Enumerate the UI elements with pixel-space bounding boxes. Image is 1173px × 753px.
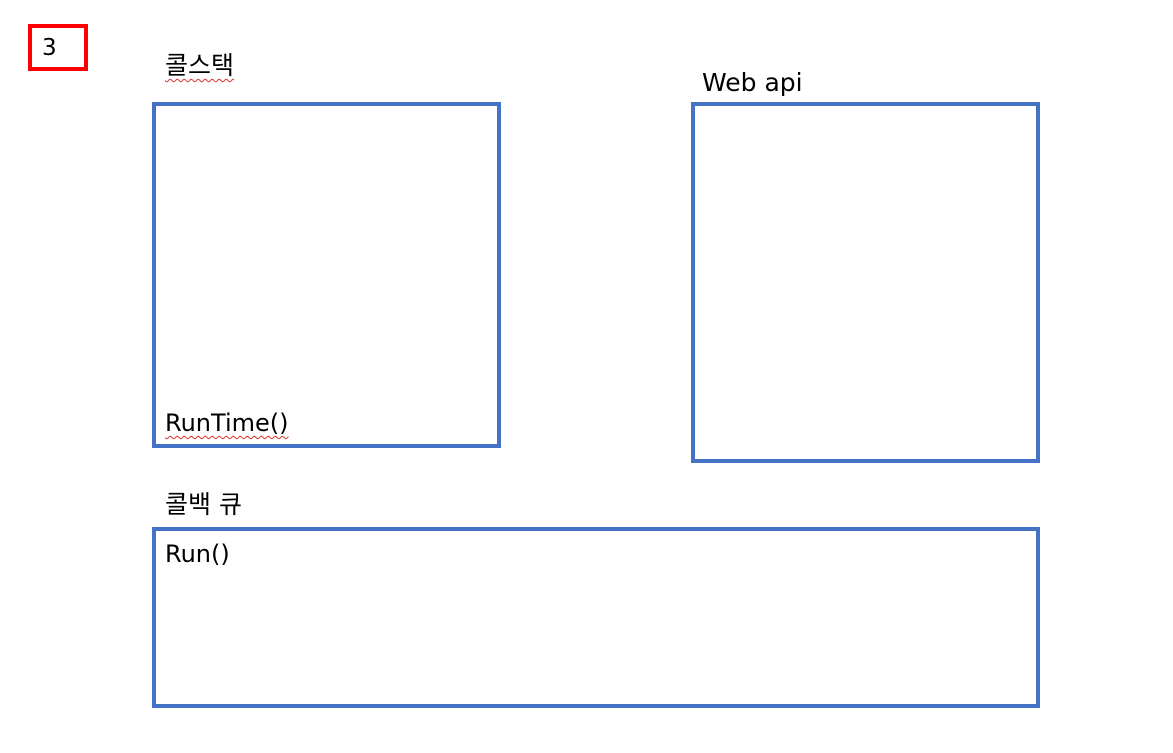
call-stack-item: RunTime(): [165, 409, 289, 437]
step-number: 3: [42, 35, 57, 61]
callback-queue-title: 콜백 큐: [165, 490, 242, 519]
web-api-box: [691, 102, 1040, 463]
callback-queue-box: Run(): [152, 527, 1040, 708]
call-stack-title: 콜스택: [165, 51, 235, 80]
web-api-title-text: Web api: [702, 68, 803, 97]
web-api-title: Web api: [702, 68, 803, 98]
callback-queue-item: Run(): [165, 540, 230, 568]
step-number-badge: 3: [28, 24, 88, 71]
call-stack-box: RunTime(): [152, 102, 501, 448]
